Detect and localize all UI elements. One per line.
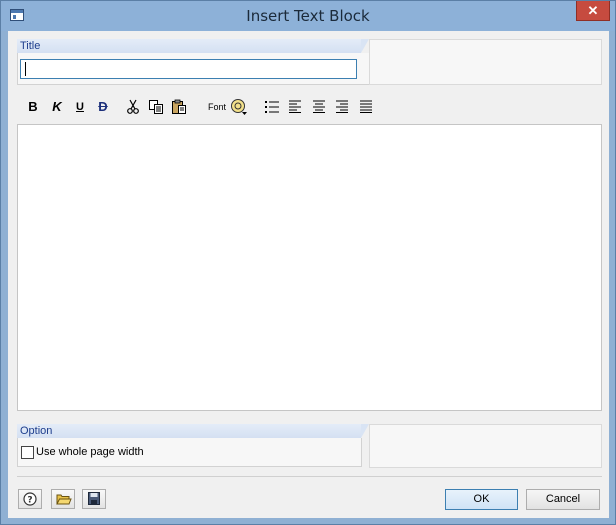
title-group-label: Title (20, 40, 41, 52)
title-input[interactable] (20, 59, 357, 79)
insert-symbol-button[interactable] (230, 97, 248, 117)
close-button[interactable]: ✕ (576, 1, 610, 21)
svg-text:?: ? (27, 496, 32, 506)
align-right-icon (335, 100, 348, 113)
text-caret (25, 62, 26, 76)
save-button[interactable] (82, 489, 106, 509)
insert-symbol-icon (231, 99, 247, 115)
paste-button[interactable] (170, 97, 188, 117)
option-group-header: Option (17, 424, 369, 438)
bullet-list-button[interactable] (263, 97, 281, 117)
strikethrough-button[interactable]: D (94, 97, 112, 117)
option-side-panel (369, 424, 602, 468)
align-left-button[interactable] (286, 97, 304, 117)
ok-button[interactable]: OK (445, 489, 518, 510)
copy-button[interactable] (147, 97, 165, 117)
whole-page-width-checkbox[interactable] (21, 446, 34, 459)
cut-icon (127, 99, 139, 114)
dialog-window: Insert Text Block ✕ Title B K U D Font O… (0, 0, 616, 525)
italic-button[interactable]: K (48, 97, 66, 117)
cancel-button[interactable]: Cancel (526, 489, 600, 510)
whole-page-width-label[interactable]: Use whole page width (36, 446, 144, 458)
cut-button[interactable] (124, 97, 142, 117)
help-icon: ? (23, 492, 37, 506)
dialog-client: Title B K U D Font Option Use whole page… (8, 31, 609, 518)
window-title: Insert Text Block (246, 7, 370, 25)
bold-button[interactable]: B (24, 97, 42, 117)
align-left-icon (288, 100, 301, 113)
justify-icon (359, 100, 372, 113)
open-folder-icon (56, 494, 72, 505)
justify-button[interactable] (357, 97, 375, 117)
open-button[interactable] (51, 489, 75, 509)
save-icon (88, 492, 100, 505)
align-right-button[interactable] (333, 97, 351, 117)
align-center-button[interactable] (310, 97, 328, 117)
bullet-list-icon (265, 101, 279, 113)
align-center-icon (312, 100, 325, 113)
font-button[interactable]: Font (206, 97, 228, 117)
help-button[interactable]: ? (18, 489, 42, 509)
title-side-panel (369, 39, 602, 85)
copy-icon (149, 100, 163, 114)
title-group-header: Title (17, 39, 369, 53)
title-bar[interactable]: Insert Text Block ✕ (1, 1, 615, 31)
footer-separator (17, 476, 602, 477)
underline-button[interactable]: U (71, 97, 89, 117)
option-group-label: Option (20, 425, 53, 437)
paste-icon (172, 99, 186, 114)
text-editor[interactable] (17, 124, 602, 411)
